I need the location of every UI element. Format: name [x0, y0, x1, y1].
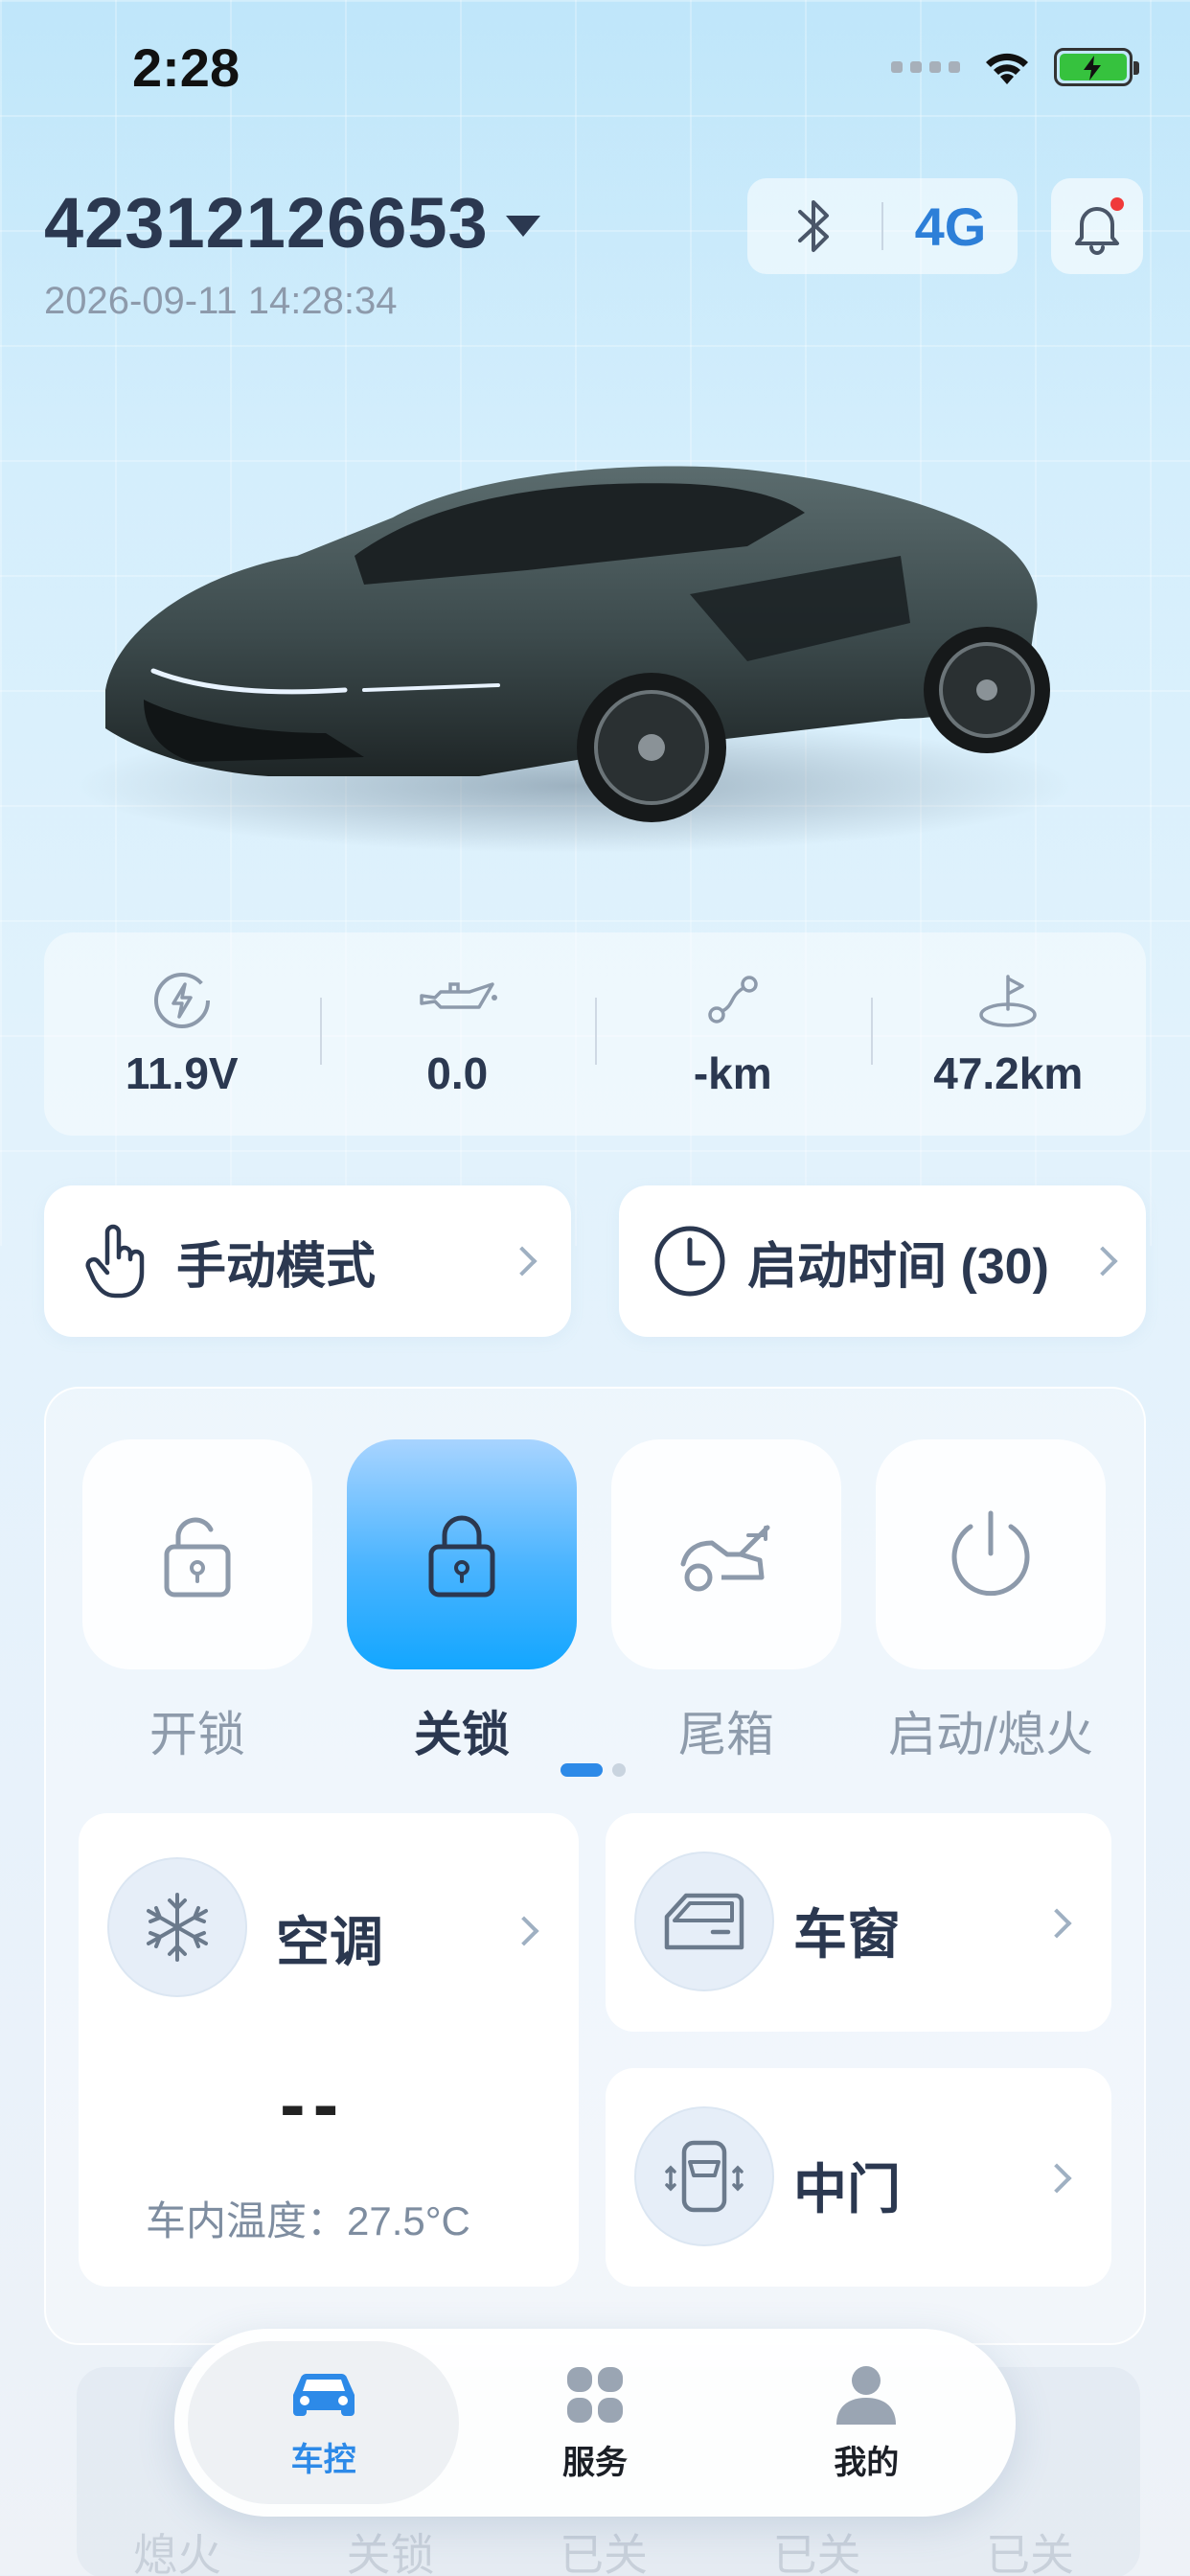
update-timestamp: 2026-09-11 14:28:34: [44, 280, 398, 322]
chevron-right-icon: [1087, 1246, 1118, 1276]
vehicle-id: 42312126653: [44, 183, 489, 263]
trunk-control[interactable]: 尾箱: [611, 1439, 841, 1765]
battery-voltage-icon: [153, 973, 210, 1028]
chevron-right-icon: [1041, 1908, 1072, 1939]
connection-status[interactable]: 4G: [747, 178, 1018, 274]
trunk-icon: [680, 1525, 770, 1592]
route-icon: [708, 976, 758, 1024]
vehicle-selector[interactable]: 42312126653: [44, 182, 540, 264]
grid-icon: [566, 2366, 623, 2423]
faded-status-label: 熄火: [133, 2530, 221, 2576]
notification-badge: [1110, 197, 1124, 211]
location-pin-icon: [979, 975, 1037, 1027]
lock-label: 关锁: [414, 1708, 510, 1761]
window-card[interactable]: 车窗: [606, 1813, 1111, 2032]
stat-oil: 0.0: [319, 969, 596, 1099]
bluetooth-button[interactable]: [747, 178, 881, 274]
faded-status-label: 关锁: [346, 2530, 435, 2576]
car-image: [77, 402, 1111, 882]
network-label: 4G: [914, 196, 987, 257]
power-icon: [951, 1510, 1030, 1597]
engine-control[interactable]: 启动/熄火: [876, 1439, 1106, 1765]
car-icon: [292, 2373, 355, 2416]
page-dot: [612, 1763, 626, 1777]
engine-label: 启动/熄火: [888, 1708, 1093, 1761]
faded-status-label: 已关: [986, 2530, 1074, 2576]
vehicle-stats: 11.9V 0.0 -km 47.2km: [44, 932, 1146, 1136]
ac-card[interactable]: 空调 -- 车内温度：27.5°C: [79, 1813, 579, 2287]
oil-can-icon: [420, 982, 498, 1009]
status-icons: [891, 48, 1139, 86]
trunk-button[interactable]: [611, 1439, 841, 1669]
unlock-icon: [164, 1517, 231, 1598]
unlock-label: 开锁: [149, 1708, 245, 1761]
stat-value: 47.2km: [933, 1048, 1084, 1098]
trunk-label: 尾箱: [678, 1708, 774, 1761]
tab-label: 我的: [834, 2444, 900, 2481]
lock-control[interactable]: 关锁: [347, 1439, 577, 1765]
snowflake-icon-wrap: [107, 1857, 247, 1997]
inside-temperature: 车内温度：27.5°C: [146, 2198, 470, 2243]
wifi-icon: [986, 53, 1028, 84]
network-status[interactable]: 4G: [883, 178, 1018, 274]
manual-mode-button[interactable]: 手动模式: [44, 1185, 571, 1337]
unlock-control[interactable]: 开锁: [82, 1439, 312, 1765]
stat-distance: 47.2km: [870, 969, 1147, 1099]
unlock-button[interactable]: [82, 1439, 312, 1669]
tab-label: 车控: [290, 2441, 356, 2478]
snowflake-icon: [147, 1893, 208, 1962]
ac-title: 空调: [276, 1912, 383, 1972]
tab-vehicle-control[interactable]: 车控: [188, 2341, 460, 2504]
chevron-right-icon: [1041, 2163, 1072, 2194]
stat-value: 11.9V: [125, 1048, 239, 1098]
car-door-icon: [665, 2140, 744, 2213]
manual-mode-label: 手动模式: [176, 1238, 377, 1295]
battery-icon: [1054, 48, 1139, 86]
start-time-label: 启动时间 (30): [747, 1238, 1049, 1295]
tab-label: 服务: [561, 2444, 628, 2481]
window-icon-wrap: [634, 1852, 774, 1991]
bluetooth-icon: [798, 200, 829, 252]
cellular-signal-icon: [891, 61, 960, 73]
hand-pointer-icon: [85, 1224, 145, 1299]
car-window-icon: [664, 1893, 744, 1950]
lock-button[interactable]: [347, 1439, 577, 1669]
chevron-right-icon: [507, 1246, 538, 1276]
chevron-right-icon: [509, 1916, 539, 1946]
notifications-button[interactable]: [1051, 178, 1143, 274]
stat-value: -km: [693, 1048, 772, 1098]
user-icon: [836, 2365, 897, 2425]
door-icon-wrap: [634, 2106, 774, 2246]
status-time: 2:28: [132, 37, 240, 98]
stat-range: -km: [595, 969, 871, 1099]
page-dot-active: [561, 1763, 603, 1777]
bottom-tab-bar: 车控 服务 我的: [174, 2329, 1016, 2517]
page-indicator: [561, 1763, 626, 1777]
faded-status-label: 已关: [772, 2530, 861, 2576]
stat-voltage: 11.9V: [44, 969, 320, 1099]
caret-down-icon: [505, 215, 540, 237]
start-time-button[interactable]: 启动时间 (30): [619, 1185, 1146, 1337]
clock-icon: [654, 1226, 725, 1297]
middle-door-card[interactable]: 中门: [606, 2068, 1111, 2287]
middle-door-title: 中门: [793, 2159, 901, 2220]
faded-status-label: 已关: [560, 2530, 648, 2576]
tab-services[interactable]: 服务: [459, 2341, 730, 2504]
stat-value: 0.0: [426, 1048, 489, 1098]
ac-value: --: [280, 2061, 347, 2147]
power-button[interactable]: [876, 1439, 1106, 1669]
window-title: 车窗: [793, 1904, 901, 1965]
tab-profile[interactable]: 我的: [731, 2341, 1002, 2504]
lock-icon: [428, 1515, 495, 1598]
